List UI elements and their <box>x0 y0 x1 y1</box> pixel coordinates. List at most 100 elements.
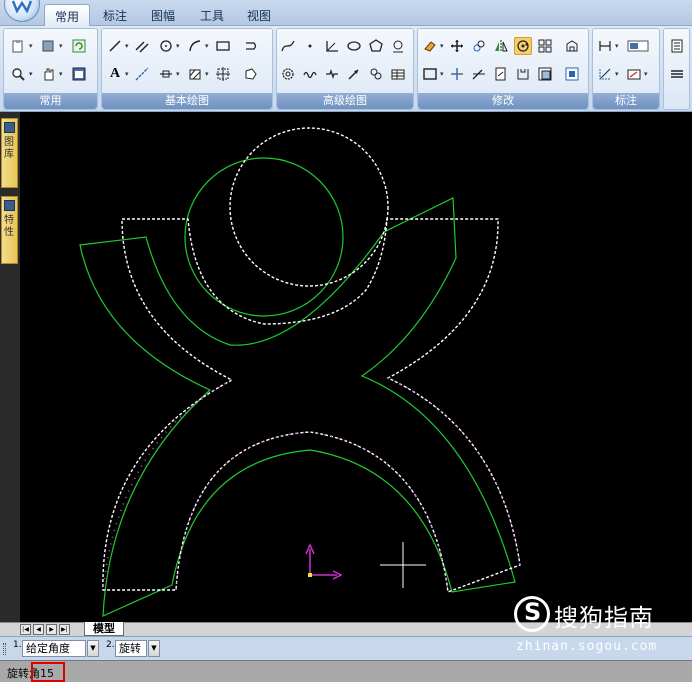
selected-figure <box>102 127 521 593</box>
circle-dropdown-icon[interactable]: ▾ <box>176 37 182 55</box>
tab-annotate[interactable]: 标注 <box>93 4 137 26</box>
dimension-style-icon[interactable] <box>625 37 651 55</box>
hatch-icon[interactable] <box>186 65 204 83</box>
properties-palette-tab[interactable]: 特性 <box>1 196 18 264</box>
zoom-icon[interactable] <box>9 65 27 83</box>
rotate-icon[interactable] <box>514 37 532 55</box>
ribbon-tab-bar: 常用 标注 图幅 工具 视图 <box>0 0 692 26</box>
app-menu-button[interactable] <box>4 0 40 22</box>
select-dropdown-icon[interactable]: ▾ <box>440 65 446 83</box>
ellipse-icon[interactable] <box>345 37 363 55</box>
line-dropdown-icon[interactable]: ▾ <box>125 37 131 55</box>
prev-layout-button[interactable]: ◀ <box>33 624 44 635</box>
drawing-canvas[interactable] <box>20 112 692 622</box>
copy-icon[interactable] <box>470 37 488 55</box>
hole-icon[interactable] <box>367 65 385 83</box>
linear-dimension-icon[interactable] <box>596 37 614 55</box>
regenerate-icon[interactable] <box>70 37 88 55</box>
leader-dropdown-icon[interactable]: ▾ <box>644 65 650 83</box>
selected-body-outline <box>102 218 521 593</box>
grid-point-icon[interactable] <box>214 65 232 83</box>
grip-highlights <box>102 377 521 593</box>
arc-icon[interactable] <box>186 37 204 55</box>
angle-line-icon[interactable] <box>323 37 341 55</box>
move-icon[interactable] <box>448 37 466 55</box>
arrow-icon[interactable] <box>345 65 363 83</box>
last-layout-button[interactable]: ▶| <box>59 624 70 635</box>
group-advanced-draw: 高级绘图 <box>276 28 414 110</box>
eraser-icon[interactable] <box>421 37 439 55</box>
break-icon[interactable] <box>492 65 510 83</box>
center-line-icon[interactable] <box>157 65 175 83</box>
fillet-icon[interactable] <box>514 65 532 83</box>
pan-icon[interactable] <box>39 65 57 83</box>
polygon-icon[interactable] <box>367 37 385 55</box>
layer-icon[interactable] <box>668 37 686 55</box>
layer-palette-tab[interactable]: 图库 <box>1 118 18 188</box>
rotation-mode-select[interactable]: 给定角度 <box>22 640 86 657</box>
stretch-icon[interactable] <box>563 37 581 55</box>
original-figure <box>79 157 516 617</box>
construction-line-icon[interactable] <box>133 65 151 83</box>
point-icon[interactable] <box>301 37 319 55</box>
coordinate-dimension-icon[interactable] <box>596 65 614 83</box>
paste-dropdown-icon[interactable]: ▾ <box>29 37 35 55</box>
offset-icon[interactable] <box>536 65 554 83</box>
rectangle-icon[interactable] <box>214 37 232 55</box>
hatch-dropdown-icon[interactable]: ▾ <box>205 65 211 83</box>
coordinate-dropdown-icon[interactable]: ▾ <box>615 65 621 83</box>
text-icon[interactable]: A <box>106 65 124 83</box>
rotate-copy-dropdown-icon[interactable]: ▼ <box>148 640 160 657</box>
trim-icon[interactable] <box>448 65 466 83</box>
table-icon[interactable] <box>389 65 407 83</box>
match-properties-icon[interactable] <box>39 37 57 55</box>
polyline-icon[interactable] <box>242 37 260 55</box>
tab-drawing-sheet[interactable]: 图幅 <box>141 4 185 26</box>
select-rect-icon[interactable] <box>421 65 439 83</box>
mirror-icon[interactable] <box>492 37 510 55</box>
break-line-icon[interactable] <box>323 65 341 83</box>
text-dropdown-icon[interactable]: ▾ <box>125 65 131 83</box>
zoom-dropdown-icon[interactable]: ▾ <box>29 65 35 83</box>
line-icon[interactable] <box>106 37 124 55</box>
tab-tools[interactable]: 工具 <box>190 4 234 26</box>
arc-dropdown-icon[interactable]: ▾ <box>205 37 211 55</box>
region-icon[interactable] <box>242 65 260 83</box>
group-more <box>663 28 690 110</box>
rotate-copy-select[interactable]: 旋转 <box>115 640 147 657</box>
watermark-brand: 搜狗指南 <box>554 604 654 632</box>
menu-lines-icon[interactable] <box>668 65 686 83</box>
ucs-icon <box>305 543 343 580</box>
explode-icon[interactable] <box>563 65 581 83</box>
match-dropdown-icon[interactable]: ▾ <box>59 37 65 55</box>
parallel-line-icon[interactable] <box>133 37 151 55</box>
group-dimension: ▾ ▾ ▾ 标注 <box>592 28 660 110</box>
tab-common[interactable]: 常用 <box>44 4 91 26</box>
gear-icon[interactable] <box>279 65 297 83</box>
selected-head-circle <box>229 127 389 287</box>
paste-icon[interactable] <box>9 37 27 55</box>
eraser-dropdown-icon[interactable]: ▾ <box>440 37 446 55</box>
group-common-label: 常用 <box>4 93 97 109</box>
tab-model[interactable]: 模型 <box>84 622 124 636</box>
next-layout-button[interactable]: ▶ <box>46 624 57 635</box>
app-logo-icon <box>11 0 33 13</box>
dimension-dropdown-icon[interactable]: ▾ <box>615 37 621 55</box>
extend-icon[interactable] <box>470 65 488 83</box>
array-icon[interactable] <box>536 37 554 55</box>
leader-icon[interactable] <box>625 65 643 83</box>
drawing-svg <box>79 127 521 617</box>
tab-view[interactable]: 视图 <box>237 4 281 26</box>
rotation-mode-dropdown-icon[interactable]: ▼ <box>87 640 99 657</box>
spline-icon[interactable] <box>279 37 297 55</box>
first-layout-button[interactable]: |◀ <box>20 624 31 635</box>
group-advanced-draw-label: 高级绘图 <box>277 93 413 109</box>
pan-dropdown-icon[interactable]: ▾ <box>59 65 65 83</box>
center-mark-icon[interactable] <box>389 37 407 55</box>
wave-line-icon[interactable] <box>301 65 319 83</box>
group-dimension-label: 标注 <box>593 93 659 109</box>
circle-icon[interactable] <box>157 37 175 55</box>
window-icon[interactable] <box>70 65 88 83</box>
toolbar-grip[interactable] <box>3 643 6 655</box>
center-line-dropdown-icon[interactable]: ▾ <box>176 65 182 83</box>
